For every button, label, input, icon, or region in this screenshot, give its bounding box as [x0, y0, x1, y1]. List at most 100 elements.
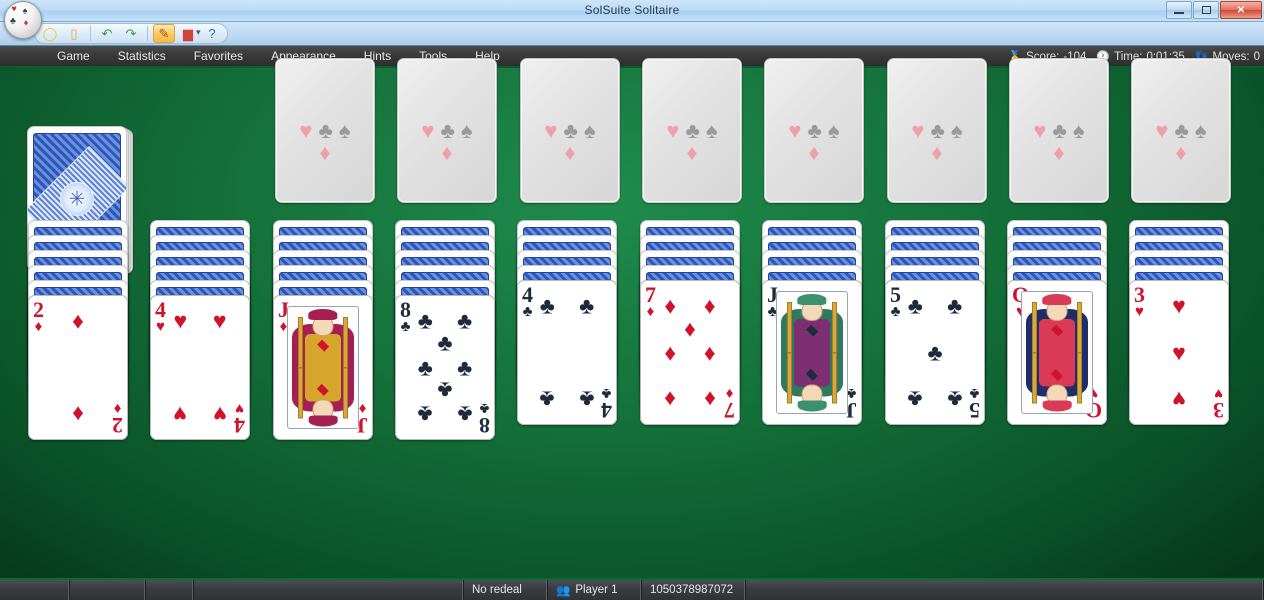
court-staff-right [787, 353, 792, 404]
card-pip: ♥ [1172, 388, 1186, 411]
redo-icon[interactable]: ↷ [120, 24, 142, 43]
placeholder-suit-♠: ♠ [1195, 121, 1207, 141]
foundation-5[interactable]: ♥♣♠♦ [764, 58, 864, 203]
card-pip-layout: ♥♥♥♥ [171, 306, 229, 429]
card-pip: ♣ [437, 378, 452, 401]
toolbar-separator [147, 26, 148, 41]
help-icon[interactable]: ? [201, 24, 223, 43]
card-face: J♦J♦ [273, 295, 373, 440]
placeholder-suit-♣: ♣ [685, 121, 699, 141]
placeholder-suit-icons: ♥♣♠♦ [785, 121, 843, 163]
placeholder-suit-♦: ♦ [319, 143, 330, 163]
hint-icon[interactable]: ✎ [153, 24, 175, 43]
foundation-3[interactable]: ♥♣♠♦ [520, 58, 620, 203]
tableau-card-4♥[interactable]: 4♥4♥♥♥♥♥ [150, 295, 250, 440]
card-back-medallion [60, 182, 94, 216]
card-pip: ♣ [908, 294, 923, 317]
placeholder-suit-♥: ♥ [421, 121, 434, 141]
players-icon: 👥 [556, 583, 570, 597]
foundation-2[interactable]: ♥♣♠♦ [397, 58, 497, 203]
placeholder-suit-♣: ♣ [930, 121, 944, 141]
card-corner-br: 8♣ [479, 401, 490, 436]
menu-item-favorites[interactable]: Favorites [181, 46, 256, 66]
placeholder-suit-icons: ♥♣♠♦ [418, 121, 476, 163]
foundation-4[interactable]: ♥♣♠♦ [642, 58, 742, 203]
minimize-button[interactable] [1166, 1, 1192, 19]
placeholder-suit-♣: ♣ [318, 121, 332, 141]
tableau-card-7♦[interactable]: 7♦7♦♦♦♦♦♦♦♦ [640, 280, 740, 425]
court-staff-left [1077, 353, 1082, 404]
placeholder-suit-♥: ♥ [666, 121, 679, 141]
card-face: Q♥Q♥ [1007, 280, 1107, 425]
tableau-card-J♣[interactable]: J♣J♣ [762, 280, 862, 425]
new-game-icon[interactable]: ◯ [39, 24, 61, 43]
card-rank: 7 [724, 399, 735, 421]
placeholder-suit-♦: ♦ [931, 143, 942, 163]
court-staff-left [343, 368, 348, 419]
card-pip: ♦ [72, 309, 84, 332]
window-title: SolSuite Solitaire [0, 3, 1264, 17]
card-corner-tl: 4♣ [522, 284, 533, 319]
card-face: 3♥3♥♥♥♥ [1129, 280, 1229, 425]
card-corner-tl: 7♦ [645, 284, 656, 319]
placeholder-suit-icons: ♥♣♠♦ [908, 121, 966, 163]
court-card-artwork [776, 291, 848, 414]
app-logo-icon[interactable]: ♥ ♠ ♣ ♦ [4, 1, 42, 39]
placeholder-suit-♣: ♣ [1052, 121, 1066, 141]
card-suit-icon: ♣ [522, 304, 533, 319]
card-pip: ♦ [704, 341, 716, 364]
tableau-card-J♦[interactable]: J♦J♦ [273, 295, 373, 440]
tableau-card-Q♥[interactable]: Q♥Q♥ [1007, 280, 1107, 425]
undo-icon[interactable]: ↶ [96, 24, 118, 43]
foundation-1[interactable]: ♥♣♠♦ [275, 58, 375, 203]
card-pip-layout: ♦♦ [49, 306, 107, 429]
foundation-7[interactable]: ♥♣♠♦ [1009, 58, 1109, 203]
card-pip: ♦ [704, 388, 716, 411]
court-hat [797, 294, 826, 305]
player-name: Player 1 [575, 584, 617, 596]
card-face: 2♦2♦♦♦ [28, 295, 128, 440]
card-pip: ♦ [72, 403, 84, 426]
placeholder-suit-♠: ♠ [461, 121, 473, 141]
card-pip-layout: ♦♦♦♦♦♦♦ [661, 291, 719, 414]
placeholder-suit-icons: ♥♣♠♦ [296, 121, 354, 163]
court-half-bottom [777, 353, 847, 414]
placeholder-suit-♠: ♠ [1073, 121, 1085, 141]
card-pip: ♣ [457, 309, 472, 332]
tableau-card-4♣[interactable]: 4♣4♣♣♣♣♣ [517, 280, 617, 425]
card-rank: 3 [1213, 399, 1224, 421]
court-staff-right [1077, 302, 1082, 353]
card-pip: ♦ [704, 294, 716, 317]
placeholder-suit-icons: ♥♣♠♦ [663, 121, 721, 163]
court-hat [797, 400, 826, 411]
card-pip: ♥ [213, 309, 227, 332]
card-corner-tl: 3♥ [1134, 284, 1145, 319]
moves-value: 0 [1254, 51, 1260, 63]
card-suit-icon: ♥ [1213, 386, 1224, 401]
toolbar: ◯▯↶↷✎▆? ▾ [0, 22, 1264, 46]
tableau-card-2♦[interactable]: 2♦2♦♦♦ [28, 295, 128, 440]
maximize-button[interactable] [1193, 1, 1219, 19]
card-pip: ♣ [947, 294, 962, 317]
status-cell-empty-3 [146, 580, 194, 600]
tableau-card-8♣[interactable]: 8♣8♣♣♣♣♣♣♣♣♣ [395, 295, 495, 440]
card-pip: ♦ [664, 341, 676, 364]
close-button[interactable]: ✕ [1220, 1, 1262, 19]
card-suit-icon: ♣ [890, 304, 901, 319]
tableau-card-3♥[interactable]: 3♥3♥♥♥♥ [1129, 280, 1229, 425]
court-staff-left [832, 353, 837, 404]
menu-item-statistics[interactable]: Statistics [105, 46, 179, 66]
placeholder-suit-♣: ♣ [807, 121, 821, 141]
toolbar-overflow-icon[interactable]: ▾ [196, 27, 201, 38]
card-pip: ♣ [540, 294, 555, 317]
court-card-artwork [1021, 291, 1093, 414]
card-face: 8♣8♣♣♣♣♣♣♣♣♣ [395, 295, 495, 440]
foundation-8[interactable]: ♥♣♠♦ [1131, 58, 1231, 203]
tableau-card-5♣[interactable]: 5♣5♣♣♣♣♣♣ [885, 280, 985, 425]
foundation-6[interactable]: ♥♣♠♦ [887, 58, 987, 203]
card-corner-tl: 2♦ [33, 299, 44, 334]
card-corner-br: 5♣ [969, 386, 980, 421]
menu-item-game[interactable]: Game [44, 46, 103, 66]
card-pip: ♥ [173, 403, 187, 426]
restart-game-icon[interactable]: ▯ [63, 24, 85, 43]
